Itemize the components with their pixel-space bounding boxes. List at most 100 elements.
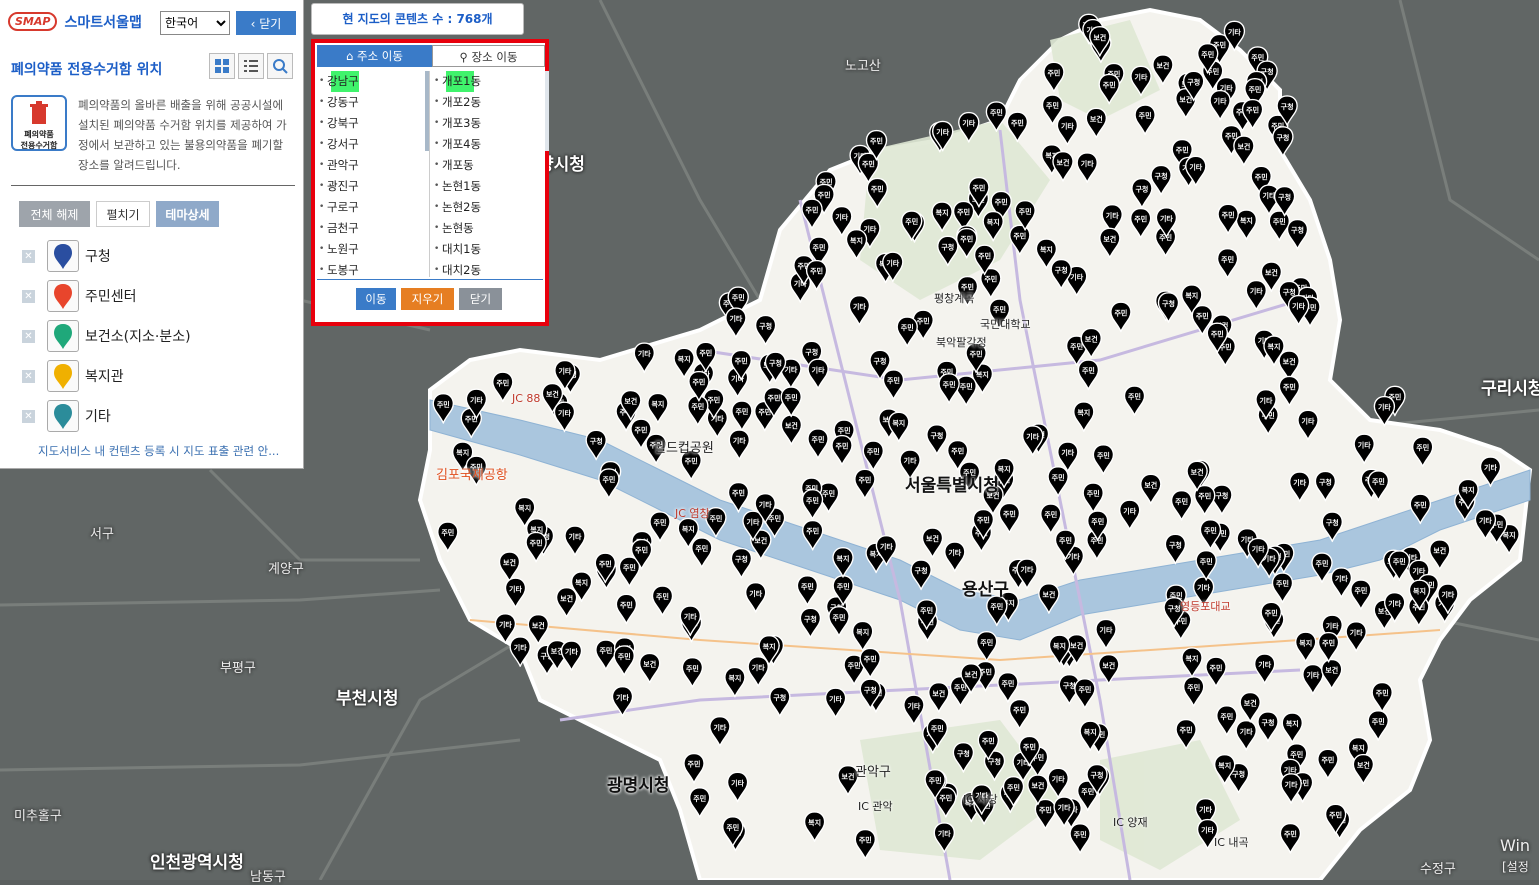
svg-text:보건: 보건	[1057, 158, 1070, 167]
svg-text:주민: 주민	[1007, 783, 1020, 792]
dong-item[interactable]: 대치2동	[432, 260, 545, 277]
svg-text:구청: 구청	[874, 356, 887, 365]
dong-item[interactable]: 개포동	[432, 155, 545, 176]
tab-address-move[interactable]: ⌂ 주소 이동	[317, 45, 432, 67]
dong-item[interactable]: 논현1동	[432, 176, 545, 197]
district-list-scrollbar[interactable]	[425, 71, 429, 151]
category-health-center[interactable]: ✕ 보건소(지소·분소)	[22, 320, 292, 352]
svg-text:주민: 주민	[858, 475, 871, 484]
svg-text:주민: 주민	[623, 563, 636, 572]
clear-all-button[interactable]: 전체 해제	[19, 201, 90, 227]
go-button[interactable]: 이동	[356, 288, 396, 310]
svg-text:기타: 기타	[863, 225, 876, 234]
svg-text:주민: 주민	[1001, 679, 1014, 688]
category-welfare-center[interactable]: ✕ 복지관	[22, 360, 292, 392]
district-item[interactable]: 금천구	[317, 218, 429, 239]
search-button[interactable]	[267, 53, 293, 79]
svg-text:주민: 주민	[1393, 557, 1406, 566]
svg-text:복지: 복지	[892, 418, 905, 427]
svg-text:주민: 주민	[813, 243, 826, 252]
svg-text:주민: 주민	[929, 776, 942, 785]
toggle-checkbox[interactable]: ✕	[22, 250, 35, 263]
svg-text:복지: 복지	[1462, 486, 1475, 495]
svg-text:복지: 복지	[456, 448, 469, 457]
svg-text:주민: 주민	[1039, 806, 1052, 815]
popup-close-button[interactable]: 닫기	[459, 288, 502, 310]
svg-text:기타: 기타	[936, 128, 949, 137]
svg-text:보건: 보건	[926, 534, 939, 543]
search-icon	[273, 59, 288, 74]
svg-text:주민: 주민	[1081, 787, 1094, 796]
svg-text:주민: 주민	[1354, 586, 1367, 595]
svg-text:기타: 기타	[1070, 272, 1083, 281]
svg-text:주민: 주민	[1284, 830, 1297, 839]
district-item[interactable]: 관악구	[317, 155, 429, 176]
district-item[interactable]: 광진구	[317, 176, 429, 197]
svg-text:복지: 복지	[856, 628, 869, 637]
panel-close-button[interactable]: ‹ 닫기	[236, 11, 296, 35]
dong-item[interactable]: 논현동	[432, 218, 545, 239]
district-item[interactable]: 강북구	[317, 113, 429, 134]
map-label-incheon: 인천광역시청	[150, 853, 244, 873]
svg-text:기타: 기타	[1021, 565, 1034, 574]
district-list[interactable]: 강남구강동구강북구강서구관악구광진구구로구금천구노원구도봉구	[317, 71, 430, 277]
toggle-checkbox[interactable]: ✕	[22, 370, 35, 383]
dong-item[interactable]: 대치1동	[432, 239, 545, 260]
svg-text:주민: 주민	[1052, 473, 1065, 482]
district-item[interactable]: 강남구	[317, 71, 429, 92]
category-community-center[interactable]: ✕ 주민센터	[22, 280, 292, 312]
district-item[interactable]: 도봉구	[317, 260, 429, 277]
svg-text:기타: 기타	[1258, 660, 1271, 669]
svg-text:보건: 보건	[1283, 357, 1296, 366]
district-item[interactable]: 강서구	[317, 134, 429, 155]
svg-text:기타: 기타	[565, 647, 578, 656]
category-other[interactable]: ✕ 기타	[22, 400, 292, 432]
svg-text:주민: 주민	[812, 435, 825, 444]
list-view-icon	[244, 60, 258, 72]
windows-watermark-settings: [설정	[1502, 860, 1529, 874]
dong-list[interactable]: 개포1동개포2동개포3동개포4동개포동논현1동논현2동논현동대치1동대치2동	[432, 71, 545, 277]
svg-text:복지: 복지	[1186, 654, 1199, 663]
list-view-button[interactable]	[238, 53, 264, 79]
svg-text:주민: 주민	[972, 184, 985, 193]
svg-text:구청: 구청	[759, 322, 772, 331]
toggle-checkbox[interactable]: ✕	[22, 330, 35, 343]
svg-text:보건: 보건	[1325, 666, 1338, 675]
district-item[interactable]: 구로구	[317, 197, 429, 218]
svg-text:보건: 보건	[546, 390, 559, 399]
address-move-popup: ⌂ 주소 이동 ⚲ 장소 이동 강남구강동구강북구강서구관악구광진구구로구금천구…	[311, 39, 549, 326]
dong-item[interactable]: 개포1동	[432, 71, 545, 92]
dong-item[interactable]: 논현2동	[432, 197, 545, 218]
grid-view-button[interactable]	[209, 53, 235, 79]
toggle-checkbox[interactable]: ✕	[22, 410, 35, 423]
dong-item[interactable]: 개포3동	[432, 113, 545, 134]
app-logo[interactable]: SMAP 스마트서울맵	[8, 11, 148, 33]
svg-text:기타: 기타	[747, 517, 760, 526]
dong-item[interactable]: 개포4동	[432, 134, 545, 155]
svg-text:기타: 기타	[1123, 506, 1136, 515]
tab-place-move[interactable]: ⚲ 장소 이동	[432, 45, 545, 67]
toggle-checkbox[interactable]: ✕	[22, 290, 35, 303]
language-select[interactable]: 한국어	[160, 11, 230, 35]
svg-text:기타: 기타	[1484, 463, 1497, 472]
svg-text:구청: 구청	[1278, 193, 1291, 202]
map-label-ic-sadang: IC 사당	[963, 793, 998, 806]
clear-button[interactable]: 지우기	[401, 288, 454, 310]
svg-text:주민: 주민	[806, 496, 819, 505]
svg-text:주민: 주민	[1273, 217, 1286, 226]
svg-text:주민: 주민	[1103, 81, 1116, 90]
category-label: 주민센터	[85, 289, 137, 305]
svg-text:기타: 기타	[1441, 590, 1454, 599]
theme-detail-button[interactable]: 테마상세	[156, 201, 219, 227]
district-item[interactable]: 노원구	[317, 239, 429, 260]
category-district-office[interactable]: ✕ 구청	[22, 240, 292, 272]
svg-text:복지: 복지	[936, 208, 949, 217]
svg-text:주민: 주민	[905, 217, 918, 226]
dong-list-scrollbar[interactable]	[545, 71, 549, 151]
expand-button[interactable]: 펼치기	[96, 201, 150, 227]
district-item[interactable]: 강동구	[317, 92, 429, 113]
map-label-namdong: 남동구	[250, 870, 286, 885]
svg-text:보건: 보건	[1070, 641, 1083, 650]
content-notice-link[interactable]: 지도서비스 내 컨텐츠 등록 시 지도 표출 관련 안...	[38, 443, 279, 459]
dong-item[interactable]: 개포2동	[432, 92, 545, 113]
